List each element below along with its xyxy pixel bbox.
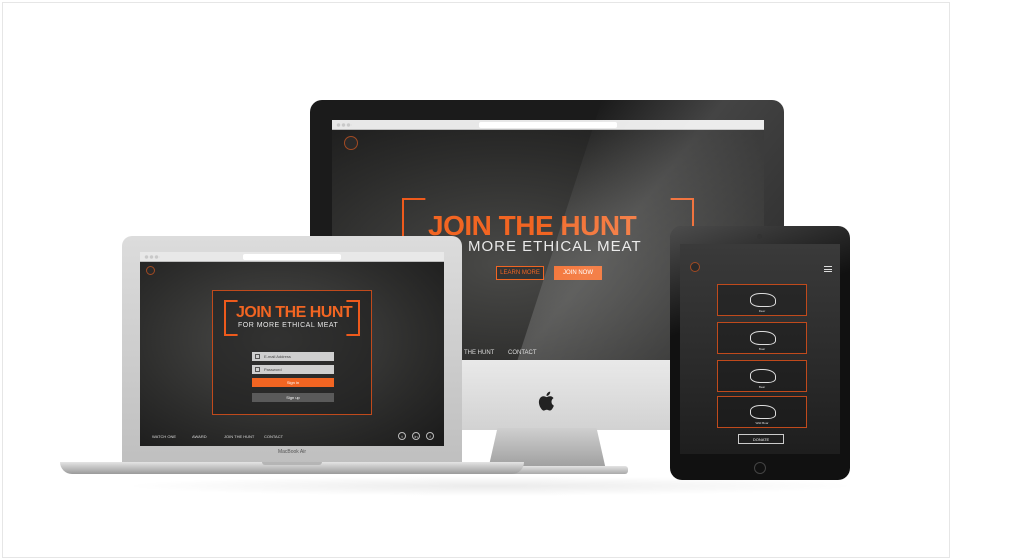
signin-button[interactable]: Sign in (252, 378, 334, 387)
window-controls[interactable] (336, 123, 352, 127)
camera-icon (757, 234, 762, 239)
nav-item-award[interactable]: AWARD (192, 434, 207, 439)
animal-label: Wild Boar (755, 421, 769, 425)
password-field[interactable]: Password (252, 365, 334, 374)
password-placeholder: Password (264, 367, 282, 372)
animal-card-wild-boar[interactable]: Wild Boar (717, 396, 807, 428)
nav-item-join-the-hunt[interactable]: JOIN THE HUNT (224, 434, 254, 439)
home-button[interactable] (754, 462, 766, 474)
hero-title: JOIN THE HUNT (236, 304, 353, 321)
join-now-button[interactable]: JOIN NOW (554, 266, 602, 280)
animal-card-bear[interactable]: Bear (717, 360, 807, 392)
hero-subtitle: FOR MORE ETHICAL MEAT (238, 322, 339, 329)
animal-label: Deer (758, 309, 766, 313)
site-logo[interactable] (690, 262, 700, 272)
menu-icon[interactable] (824, 266, 832, 272)
twitter-icon[interactable]: t (398, 432, 406, 440)
hero-subtitle: MORE ETHICAL MEAT (468, 238, 642, 255)
animal-card-deer[interactable]: Deer (717, 284, 807, 316)
macbook-browser-bar (140, 252, 444, 262)
macbook-address-bar[interactable] (243, 254, 341, 260)
animal-card-boar[interactable]: Boar (717, 322, 807, 354)
macbook-label: MacBook Air (277, 449, 307, 455)
nav-item-contact[interactable]: CONTACT (508, 350, 537, 356)
email-placeholder: E-mail Address (264, 354, 291, 359)
macbook-notch (262, 462, 322, 465)
boar-icon (750, 331, 776, 345)
site-logo[interactable] (146, 266, 155, 275)
facebook-icon[interactable]: f (426, 432, 434, 440)
nav-item-contact[interactable]: CONTACT (264, 434, 283, 439)
wild-boar-icon (750, 405, 776, 419)
bear-icon (750, 369, 776, 383)
linkedin-icon[interactable]: in (412, 432, 420, 440)
imac-address-bar[interactable] (478, 122, 618, 128)
ipad-screen: Deer Boar Bear Wild Boar DONATE (680, 244, 840, 454)
user-icon (255, 354, 260, 359)
deer-icon (750, 293, 776, 307)
learn-more-button[interactable]: LEARN MORE (496, 266, 544, 280)
window-controls[interactable] (144, 255, 160, 259)
lock-icon (255, 367, 260, 372)
macbook-screen: JOIN THE HUNT FOR MORE ETHICAL MEAT E-ma… (140, 252, 444, 446)
signup-button[interactable]: Sign up (252, 393, 334, 402)
animal-label: Bear (758, 385, 766, 389)
site-logo[interactable] (344, 136, 358, 150)
animal-label: Boar (758, 347, 766, 351)
nav-item-the-hunt[interactable]: THE HUNT (464, 350, 494, 356)
nav-item-watch-one[interactable]: WATCH ONE (152, 434, 176, 439)
donate-button[interactable]: DONATE (738, 434, 784, 444)
email-field[interactable]: E-mail Address (252, 352, 334, 361)
imac-browser-bar (332, 120, 764, 130)
apple-icon (538, 391, 554, 411)
